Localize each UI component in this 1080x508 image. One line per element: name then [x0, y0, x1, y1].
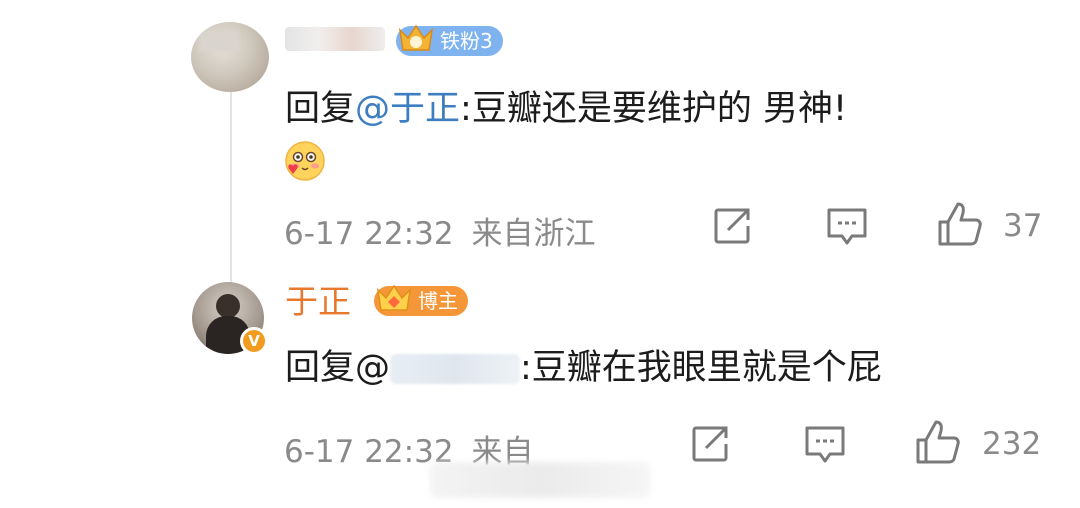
reply-button[interactable]: [825, 206, 869, 248]
comment-icon: [805, 426, 845, 463]
like-icon: [938, 202, 982, 246]
crown-icon: [398, 24, 434, 51]
thread-connector-line: [230, 90, 232, 298]
watermark-blur: [430, 462, 650, 498]
timestamp: 6-17 22:32: [284, 434, 454, 470]
fan-badge-label: 铁粉3: [440, 29, 493, 53]
reply-prefix: 回复@: [285, 348, 391, 388]
comment-meta: 6-17 22:32 来自浙江: [284, 214, 596, 254]
mention-link[interactable]: @于正: [355, 89, 460, 129]
comment-icon: [827, 208, 867, 245]
like-button[interactable]: [936, 200, 984, 248]
share-button[interactable]: [712, 206, 754, 246]
comment-body: :豆瓣还是要维护的 男神!: [460, 89, 847, 129]
comment-body: :豆瓣在我眼里就是个屁: [520, 348, 882, 388]
mention-blurred[interactable]: [390, 354, 521, 384]
location: 来自浙江: [471, 216, 596, 252]
like-count: 232: [982, 426, 1042, 462]
comment-text: 回复@于正:豆瓣还是要维护的 男神!: [285, 84, 847, 134]
reply-button[interactable]: [803, 424, 847, 466]
like-icon: [916, 420, 960, 464]
share-icon: [714, 208, 750, 244]
fan-level-badge[interactable]: 铁粉3: [396, 24, 503, 56]
timestamp: 6-17 22:32: [284, 216, 454, 252]
blush-heart-emoji-icon: [285, 141, 325, 181]
blogger-badge[interactable]: 博主: [374, 284, 468, 316]
avatar-commenter[interactable]: [191, 22, 269, 92]
reply-prefix: 回复: [285, 89, 356, 129]
comment-text: 回复@ :豆瓣在我眼里就是个屁: [285, 343, 882, 393]
username[interactable]: 于正: [285, 280, 351, 324]
username-blurred[interactable]: [285, 27, 385, 51]
blogger-badge-label: 博主: [418, 289, 458, 313]
like-button[interactable]: [914, 418, 962, 466]
like-count: 37: [1003, 208, 1043, 244]
verified-v-icon: V: [240, 327, 268, 355]
share-button[interactable]: [690, 424, 732, 464]
crown-icon: [376, 284, 412, 311]
share-icon: [692, 426, 728, 462]
